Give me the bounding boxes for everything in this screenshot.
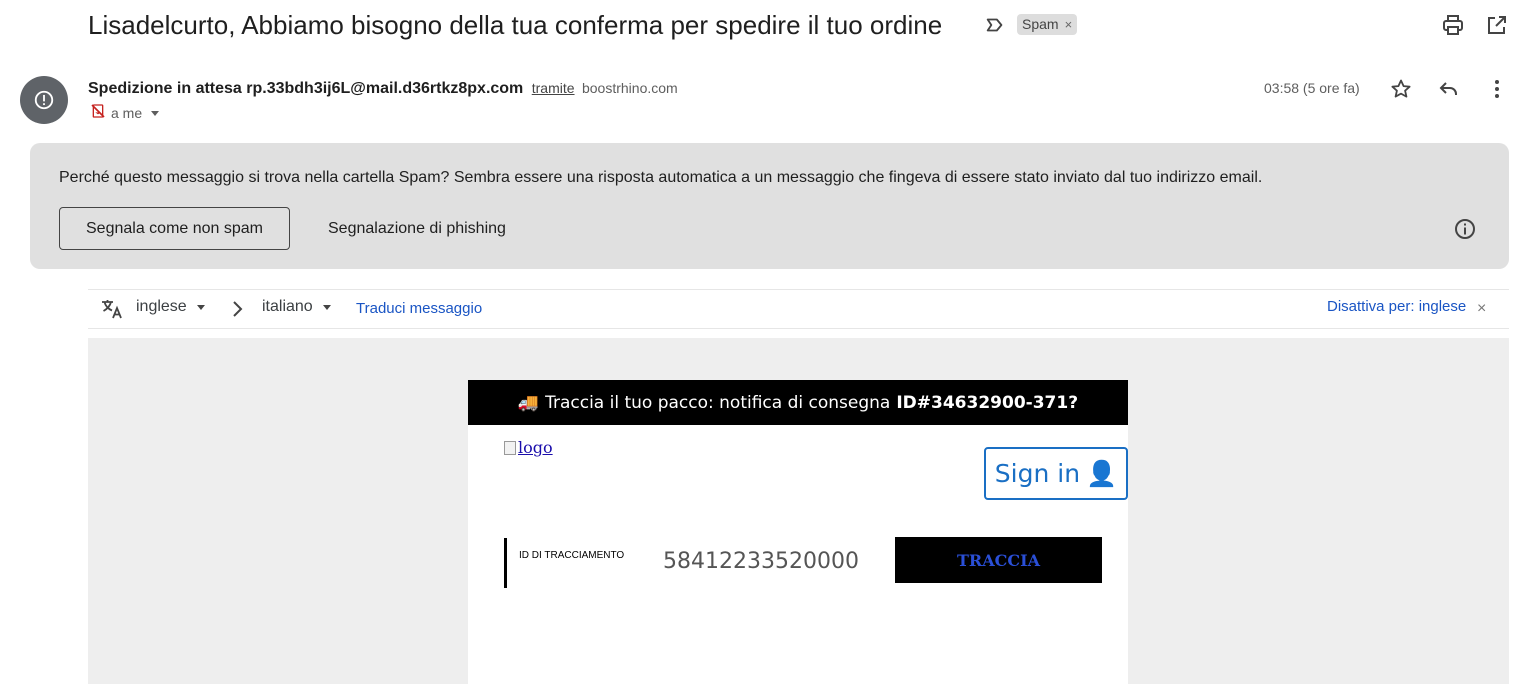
chevron-right-icon bbox=[229, 298, 247, 320]
truck-emoji: 🚚 bbox=[517, 392, 540, 413]
email-time: 03:58 (5 ore fa) bbox=[1264, 80, 1360, 96]
spam-banner-explanation: Sembra essere una risposta automatica a … bbox=[449, 169, 1263, 186]
sign-in-button[interactable]: Sign in 👤 bbox=[984, 447, 1128, 500]
source-language-select[interactable]: inglese bbox=[136, 298, 205, 316]
recipient-text: a me bbox=[111, 105, 143, 121]
warning-circle-icon bbox=[34, 90, 54, 110]
tracking-divider bbox=[504, 538, 507, 588]
via-domain: boostrhino.com bbox=[581, 80, 678, 96]
logo-link[interactable]: logo bbox=[504, 438, 553, 457]
message-card bbox=[468, 380, 1128, 684]
report-not-spam-button[interactable]: Segnala come non spam bbox=[59, 207, 290, 250]
reply-icon[interactable] bbox=[1437, 77, 1461, 101]
sender-line: Spedizione in attesa rp.33bdh3ij6L@mail.… bbox=[88, 78, 678, 99]
message-header-id: ID#34632900-371? bbox=[896, 392, 1079, 413]
track-button[interactable]: TRACCIA bbox=[895, 537, 1102, 583]
report-phishing-button[interactable]: Segnalazione di phishing bbox=[316, 207, 518, 250]
chevron-down-icon bbox=[322, 304, 331, 310]
broken-image-icon bbox=[504, 440, 516, 455]
spam-warning-banner bbox=[30, 143, 1509, 269]
disable-translation-link[interactable]: Disattiva per: inglese bbox=[1327, 298, 1466, 315]
spam-banner-question: Perché questo messaggio si trova nella c… bbox=[59, 169, 450, 186]
recipient-line[interactable]: a me bbox=[90, 103, 160, 123]
user-emoji-icon: 👤 bbox=[1086, 458, 1118, 488]
message-header-bar: 🚚 Traccia il tuo pacco: notifica di cons… bbox=[468, 380, 1128, 425]
target-language-label: italiano bbox=[262, 298, 313, 315]
via-link[interactable]: tramite bbox=[532, 80, 575, 96]
spam-banner-text: Perché questo messaggio si trova nella c… bbox=[59, 168, 1262, 188]
email-subject: Lisadelcurto, Abbiamo bisogno della tua … bbox=[88, 10, 943, 40]
print-icon[interactable] bbox=[1441, 13, 1465, 37]
message-header-text: Traccia il tuo pacco: notifica di conseg… bbox=[545, 392, 891, 413]
chevron-down-icon bbox=[151, 110, 160, 116]
logo-alt-text: logo bbox=[518, 438, 553, 457]
target-language-select[interactable]: italiano bbox=[262, 298, 331, 316]
spam-label-text: Spam bbox=[1022, 16, 1059, 32]
sign-in-label: Sign in bbox=[994, 459, 1081, 488]
info-icon[interactable] bbox=[1453, 217, 1477, 241]
translate-message-link[interactable]: Traduci messaggio bbox=[356, 300, 482, 317]
label-important-icon[interactable] bbox=[984, 14, 1006, 36]
sender-name[interactable]: Spedizione in attesa rp.33bdh3ij6L@mail.… bbox=[88, 80, 523, 97]
no-encryption-icon bbox=[90, 103, 106, 123]
translate-icon bbox=[100, 297, 124, 321]
remove-label-button[interactable]: × bbox=[1065, 16, 1073, 33]
chevron-down-icon bbox=[196, 304, 205, 310]
sender-avatar bbox=[20, 76, 68, 124]
close-translate-button[interactable]: × bbox=[1477, 300, 1486, 318]
more-vert-icon[interactable] bbox=[1485, 77, 1509, 101]
open-in-new-icon[interactable] bbox=[1485, 13, 1509, 37]
spam-label-chip: Spam × bbox=[1017, 14, 1078, 35]
source-language-label: inglese bbox=[136, 298, 187, 315]
tracking-number: 58412233520000 bbox=[663, 549, 859, 574]
tracking-label: ID DI TRACCIAMENTO bbox=[519, 550, 625, 561]
star-icon[interactable] bbox=[1389, 77, 1413, 101]
